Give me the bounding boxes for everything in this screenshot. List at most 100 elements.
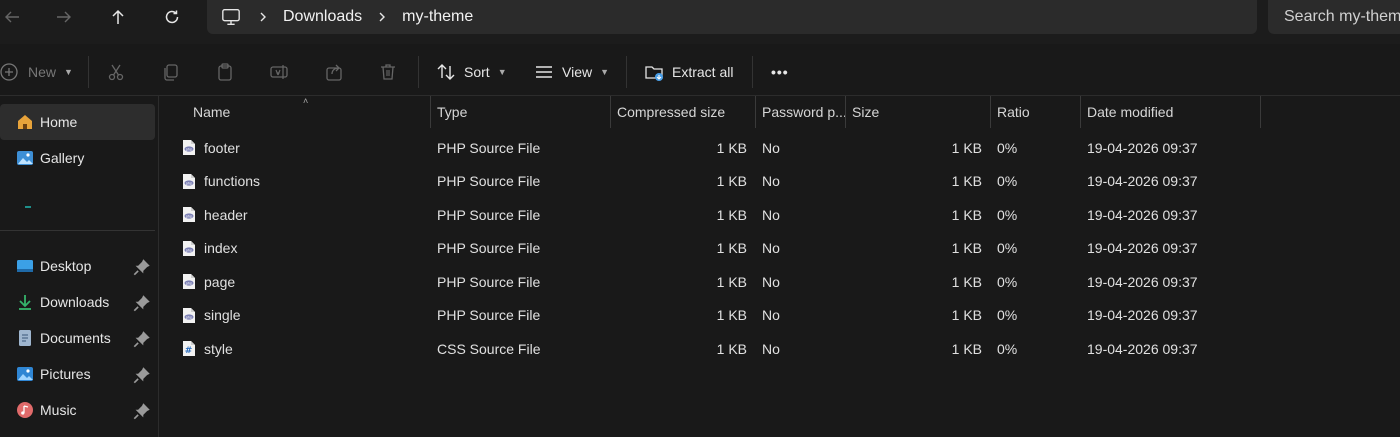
column-header-compressed-size[interactable]: Compressed size — [610, 96, 756, 128]
file-size: 1 KB — [951, 340, 982, 357]
sidebar-item-label: Documents — [40, 330, 111, 346]
file-type: PHP Source File — [437, 307, 541, 323]
sidebar-item-music[interactable]: Music — [0, 392, 155, 428]
chevron-right-icon[interactable] — [362, 12, 402, 22]
file-size: 1 KB — [951, 240, 982, 256]
sidebar-item-gallery[interactable]: Gallery — [0, 140, 155, 176]
command-bar: New ▼ Sort ▼ View ▼ Extract all ••• — [0, 48, 1400, 96]
file-row[interactable]: php page PHP Source File 1 KB No 1 KB 0% 19-04-… — [160, 265, 1400, 298]
file-row[interactable]: php index PHP Source File 1 KB No 1 KB 0% 19-04… — [160, 232, 1400, 265]
file-ratio: 0% — [997, 206, 1018, 223]
file-type: CSS Source File — [437, 340, 541, 357]
php-file-icon: php — [182, 307, 204, 324]
file-row[interactable]: php header PHP Source File 1 KB No 1 KB 0% 19-0… — [160, 198, 1400, 231]
file-row[interactable]: # style CSS Source File 1 KB No 1 KB 0% 19-04-2… — [160, 332, 1400, 365]
file-size: 1 KB — [951, 273, 982, 290]
view-button[interactable]: View ▼ — [534, 58, 609, 86]
file-name-cell[interactable]: # style — [182, 332, 422, 365]
divider — [752, 56, 753, 88]
pin-icon[interactable] — [133, 294, 151, 312]
column-header-date-modified[interactable]: Date modified — [1080, 96, 1261, 128]
file-name-cell[interactable]: php header — [182, 198, 422, 231]
sidebar-item-label: Pictures — [40, 366, 91, 382]
file-row[interactable]: php single PHP Source File 1 KB No 1 KB 0% 19-0… — [160, 299, 1400, 332]
file-ratio: 0% — [997, 173, 1018, 189]
sidebar-item-desktop[interactable]: Desktop — [0, 248, 155, 284]
divider — [418, 56, 419, 88]
file-name-cell[interactable]: php index — [182, 232, 422, 265]
paste-button[interactable] — [215, 58, 235, 86]
pin-icon[interactable] — [133, 258, 151, 276]
pin-icon[interactable] — [133, 366, 151, 384]
sidebar-item-downloads[interactable]: Downloads — [0, 284, 155, 320]
svg-text:php: php — [186, 315, 192, 319]
computer-icon[interactable] — [221, 6, 243, 28]
column-header-name[interactable]: Name — [186, 96, 431, 128]
new-label: New — [28, 64, 57, 80]
breadcrumb[interactable]: Downloads my-theme — [207, 0, 1257, 34]
file-type: PHP Source File — [437, 240, 541, 256]
file-password: No — [762, 206, 780, 223]
sidebar-item-pictures[interactable]: Pictures — [0, 356, 155, 392]
file-name-cell[interactable]: php footer — [182, 131, 422, 164]
more-icon: ••• — [771, 64, 789, 80]
sidebar-item-home[interactable]: Home — [0, 104, 155, 140]
file-compressed-size: 1 KB — [716, 139, 747, 156]
view-label: View — [562, 64, 593, 80]
breadcrumb-item-downloads[interactable]: Downloads — [283, 8, 362, 26]
file-name: style — [204, 340, 233, 357]
file-name-cell[interactable]: php functions — [182, 165, 422, 198]
pin-icon[interactable] — [133, 330, 151, 348]
more-options-button[interactable]: ••• — [771, 58, 789, 86]
desktop-icon — [17, 260, 33, 272]
home-icon — [18, 115, 32, 129]
delete-button[interactable] — [378, 58, 398, 86]
column-header-type[interactable]: Type — [430, 96, 611, 128]
separator-mark — [25, 206, 31, 208]
file-ratio: 0% — [997, 307, 1018, 323]
file-type: PHP Source File — [437, 173, 541, 189]
column-header-size[interactable]: Size — [845, 96, 991, 128]
share-icon — [326, 64, 342, 81]
file-size: 1 KB — [951, 173, 982, 189]
cut-button[interactable] — [106, 58, 126, 86]
extract-folder-icon — [645, 66, 663, 81]
extract-all-button[interactable]: Extract all — [644, 58, 733, 86]
sort-button[interactable]: Sort ▼ — [436, 58, 507, 86]
divider — [0, 230, 155, 231]
file-row[interactable]: php footer PHP Source File 1 KB No 1 KB 0% 19-0… — [160, 131, 1400, 164]
forward-button[interactable] — [48, 4, 80, 30]
sidebar-item-documents[interactable]: Documents — [0, 320, 155, 356]
file-name-cell[interactable]: php single — [182, 299, 422, 332]
column-header-ratio[interactable]: Ratio — [990, 96, 1081, 128]
back-button[interactable] — [0, 4, 28, 30]
file-compressed-size: 1 KB — [716, 307, 747, 323]
copy-button[interactable] — [161, 58, 181, 86]
chevron-right-icon[interactable] — [243, 12, 283, 22]
share-button[interactable] — [324, 58, 344, 86]
download-icon — [19, 295, 31, 310]
sidebar-item-label: Home — [40, 114, 78, 130]
column-header-password[interactable]: Password p... — [755, 96, 846, 128]
file-date-modified: 19-04-2026 09:37 — [1087, 139, 1198, 156]
sort-label: Sort — [464, 64, 490, 80]
breadcrumb-item-my-theme[interactable]: my-theme — [402, 8, 473, 26]
pin-icon[interactable] — [133, 402, 151, 420]
svg-text:php: php — [186, 181, 192, 185]
chevron-down-icon: ▼ — [600, 67, 610, 77]
file-row[interactable]: php functions PHP Source File 1 KB No 1 KB 0% 1… — [160, 165, 1400, 198]
search-input[interactable]: Search my-theme — [1268, 0, 1400, 34]
file-date-modified: 19-04-2026 09:37 — [1087, 273, 1198, 290]
file-name-cell[interactable]: php page — [182, 265, 422, 298]
chevron-down-icon: ▼ — [497, 67, 507, 77]
new-button[interactable]: New ▼ — [0, 58, 73, 86]
refresh-button[interactable] — [156, 4, 188, 30]
up-button[interactable] — [102, 4, 134, 30]
file-compressed-size: 1 KB — [716, 340, 747, 357]
trash-icon — [381, 64, 395, 80]
file-type: PHP Source File — [437, 206, 541, 223]
sidebar-item-label: Desktop — [40, 258, 92, 274]
file-date-modified: 19-04-2026 09:37 — [1087, 340, 1198, 357]
css-file-icon: # — [182, 340, 204, 357]
rename-button[interactable] — [269, 58, 289, 86]
